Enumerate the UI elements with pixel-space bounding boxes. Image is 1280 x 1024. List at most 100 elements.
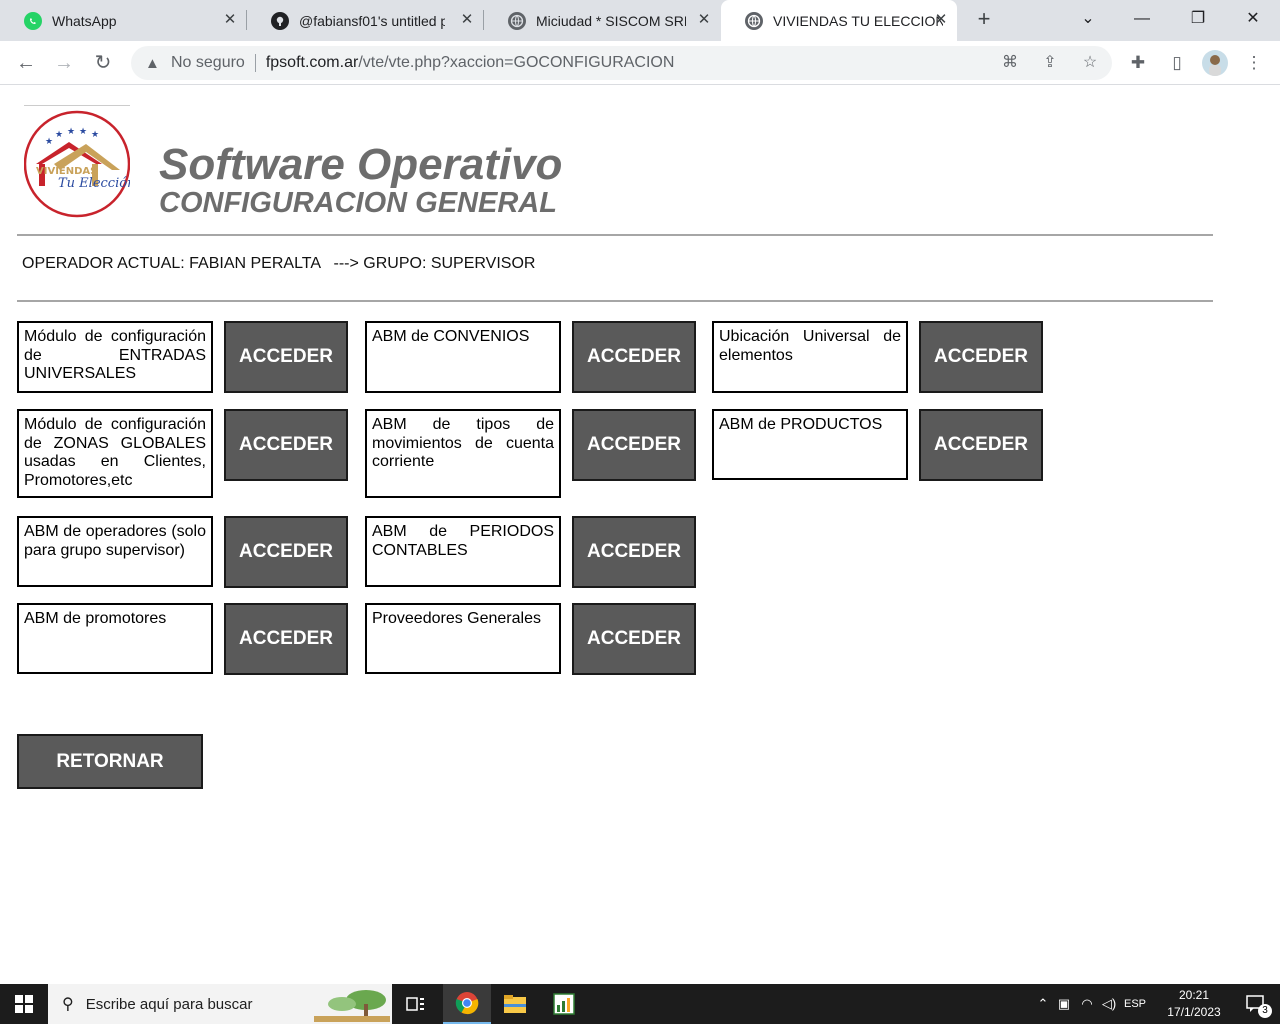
module-label: ABM de CONVENIOS <box>365 321 561 393</box>
page-content: ★ ★ ★ ★ ★ VIVIENDAS Tu Elección Software Ope… <box>0 86 1280 984</box>
start-button[interactable] <box>0 984 48 1024</box>
chevron-up-icon[interactable]: ⌃ <box>1034 996 1052 1012</box>
browser-tab-strip: WhatsApp ✕ @fabiansf01's untitled pr ✕ M… <box>0 0 1280 41</box>
tab-title: WhatsApp <box>52 12 117 29</box>
taskbar-file-explorer[interactable] <box>491 984 539 1024</box>
module-label: ABM de tipos de movimientos de cuenta co… <box>365 409 561 498</box>
divider <box>17 300 1213 302</box>
svg-text:★: ★ <box>79 126 87 136</box>
spreadsheet-icon <box>553 993 575 1015</box>
access-button-proveedores-generales[interactable]: ACCEDER <box>572 603 696 675</box>
url-path: /vte/vte.php?xaccion=GOCONFIGURACION <box>358 54 675 71</box>
back-button[interactable]: ← <box>13 50 39 76</box>
operator-info: OPERADOR ACTUAL: FABIAN PERALTA ---> GRU… <box>22 255 536 272</box>
address-bar[interactable]: ▲ No seguro fpsoft.com.ar/vte/vte.php?xa… <box>131 46 1112 80</box>
omnibox-actions: ⌘ ⇪ ☆ <box>1000 53 1100 73</box>
taskbar-search-box[interactable]: ⚲ Escribe aquí para buscar <box>48 984 392 1024</box>
svg-text:★: ★ <box>45 136 53 146</box>
taskbar-spreadsheet-app[interactable] <box>540 984 588 1024</box>
warning-icon[interactable]: ▲ <box>145 55 163 72</box>
access-button-entradas-universales[interactable]: ACCEDER <box>224 321 348 393</box>
notification-center[interactable]: 3 <box>1232 984 1280 1024</box>
share-icon[interactable]: ⇪ <box>1040 53 1060 73</box>
whatsapp-icon <box>24 11 42 30</box>
module-label: Ubicación Universal de elementos <box>712 321 908 393</box>
close-window-button[interactable]: ✕ <box>1238 6 1268 32</box>
divider <box>254 54 256 72</box>
module-label: ABM de operadores (solo para grupo super… <box>17 516 213 587</box>
globe-icon <box>745 11 763 30</box>
browser-toolbar: ← → ↻ ▲ No seguro fpsoft.com.ar/vte/vte.… <box>0 41 1280 85</box>
side-panel-icon[interactable]: ▯ <box>1164 50 1190 76</box>
tab-viviendas[interactable]: VIVIENDAS TU ELECCION ✕ <box>721 0 957 41</box>
restore-button[interactable]: ❐ <box>1183 6 1213 32</box>
access-button-periodos-contables[interactable]: ACCEDER <box>572 516 696 588</box>
windows-icon <box>15 995 33 1013</box>
reload-button[interactable]: ↻ <box>90 50 116 76</box>
module-label: Proveedores Generales <box>365 603 561 674</box>
search-placeholder: Escribe aquí para buscar <box>85 995 253 1013</box>
profile-avatar[interactable] <box>1202 50 1228 76</box>
access-button-convenios[interactable]: ACCEDER <box>572 321 696 393</box>
access-button-operadores[interactable]: ACCEDER <box>224 516 348 588</box>
module-label: ABM de PRODUCTOS <box>712 409 908 480</box>
access-button-zonas-globales[interactable]: ACCEDER <box>224 409 348 481</box>
tab-title: @fabiansf01's untitled pr <box>299 12 445 29</box>
svg-text:★: ★ <box>67 126 75 136</box>
system-tray: ⌃ ▣ ◠ ◁) ESP <box>1034 984 1150 1024</box>
globe-icon <box>508 11 526 30</box>
network-icon[interactable]: ◠ <box>1076 996 1098 1012</box>
close-tab-icon[interactable]: ✕ <box>933 12 949 28</box>
search-highlight-tree-icon <box>314 990 390 1022</box>
clock-time: 20:21 <box>1178 988 1210 1002</box>
extensions-icon[interactable]: ✚ <box>1125 50 1151 76</box>
volume-icon[interactable]: ◁) <box>1098 996 1120 1012</box>
new-tab-button[interactable]: + <box>972 8 996 32</box>
close-tab-icon[interactable]: ✕ <box>696 12 712 28</box>
access-button-movimientos-cuenta-corriente[interactable]: ACCEDER <box>572 409 696 481</box>
notification-badge: 3 <box>1258 1004 1272 1018</box>
svg-text:★: ★ <box>55 129 63 139</box>
close-tab-icon[interactable]: ✕ <box>222 12 238 28</box>
bookmark-star-icon[interactable]: ☆ <box>1080 53 1100 73</box>
meet-now-icon[interactable]: ▣ <box>1052 996 1076 1012</box>
url-host: fpsoft.com.ar <box>265 54 359 71</box>
close-tab-icon[interactable]: ✕ <box>459 12 475 28</box>
search-icon: ⚲ <box>62 996 74 1013</box>
language-indicator[interactable]: ESP <box>1120 998 1150 1010</box>
github-icon <box>271 11 289 30</box>
page-subtitle: CONFIGURACION GENERAL <box>159 187 557 219</box>
url-text[interactable]: fpsoft.com.ar/vte/vte.php?xaccion=GOCONF… <box>266 54 675 72</box>
company-logo: ★ ★ ★ ★ ★ VIVIENDAS Tu Elección <box>24 105 130 221</box>
tab-search-chevron-icon[interactable]: ⌄ <box>1073 6 1103 32</box>
menu-icon[interactable]: ⋮ <box>1241 50 1267 76</box>
translate-icon[interactable]: ⌘ <box>1000 53 1020 73</box>
folder-icon <box>504 995 526 1013</box>
clock[interactable]: 20:21 17/1/2023 <box>1162 987 1226 1021</box>
access-button-promotores[interactable]: ACCEDER <box>224 603 348 675</box>
return-button[interactable]: RETORNAR <box>17 734 203 789</box>
security-label[interactable]: No seguro <box>171 54 245 72</box>
access-button-ubicacion-universal[interactable]: ACCEDER <box>919 321 1043 393</box>
task-view-icon <box>406 997 424 1011</box>
module-label: Módulo de configuración de ZONAS GLOBALE… <box>17 409 213 498</box>
clock-date: 17/1/2023 <box>1167 1005 1221 1019</box>
access-button-productos[interactable]: ACCEDER <box>919 409 1043 481</box>
tab-title: VIVIENDAS TU ELECCION <box>773 12 943 29</box>
page-title: Software Operativo <box>159 140 563 189</box>
forward-button[interactable]: → <box>51 50 77 76</box>
module-label: ABM de PERIODOS CONTABLES <box>365 516 561 587</box>
svg-text:★: ★ <box>91 129 99 139</box>
divider <box>17 234 1213 236</box>
task-view-button[interactable] <box>392 984 440 1024</box>
taskbar-chrome[interactable] <box>443 984 491 1024</box>
module-label: Módulo de configuración de ENTRADAS UNIV… <box>17 321 213 393</box>
tab-whatsapp[interactable]: WhatsApp ✕ <box>0 0 246 41</box>
minimize-button[interactable]: — <box>1127 6 1157 32</box>
tab-title: Miciudad * SISCOM SRL <box>536 12 686 29</box>
tab-github[interactable]: @fabiansf01's untitled pr ✕ <box>247 0 483 41</box>
chrome-icon <box>455 992 479 1015</box>
tab-siscom[interactable]: Miciudad * SISCOM SRL ✕ <box>484 0 720 41</box>
taskbar: ⚲ Escribe aquí para buscar ⌃ ▣ ◠ ◁) ESP … <box>0 984 1280 1024</box>
module-label: ABM de promotores <box>17 603 213 674</box>
